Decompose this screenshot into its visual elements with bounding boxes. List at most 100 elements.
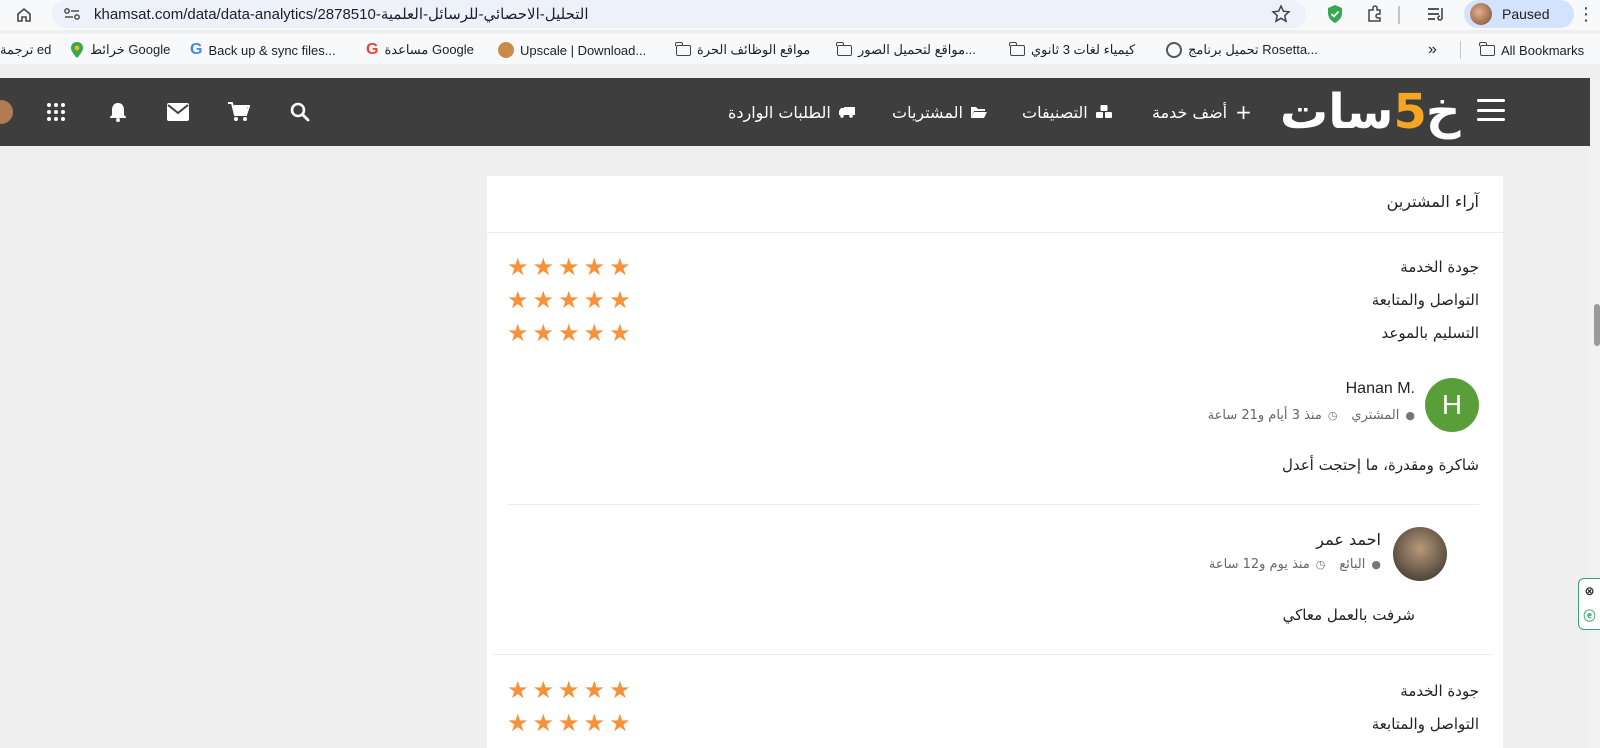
folder-icon (836, 41, 852, 56)
criterion-quality: جودة الخدمة (1400, 258, 1479, 276)
rating-stars: ★ ★ ★ ★ ★ (507, 678, 631, 702)
bookmark-rosetta[interactable]: تحميل برنامج Rosetta... (1166, 39, 1318, 61)
bookmark-translate[interactable]: ترجمة ed (0, 39, 51, 61)
bookmark-folder-freelance[interactable]: مواقع الوظائف الحرة (675, 39, 810, 61)
bookmark-backup-sync[interactable]: G Back up & sync files... (190, 39, 336, 61)
buyer-meta: ● المشتري ◷ منذ 3 أيام و21 ساعة (1207, 408, 1415, 423)
seller-name[interactable]: احمد عمر (1316, 530, 1381, 549)
google-g-icon: G (190, 41, 203, 58)
star-icon: ★ (558, 286, 580, 314)
browser-menu-icon[interactable]: ⋮ (1577, 3, 1595, 25)
upscale-mascot-icon (498, 42, 514, 58)
apps-grid-icon[interactable] (44, 100, 68, 124)
star-icon: ★ (532, 709, 555, 737)
cart-icon[interactable] (227, 100, 251, 124)
profile-button[interactable]: Paused (1464, 0, 1574, 28)
extensions-puzzle-icon[interactable] (1364, 3, 1386, 25)
rating-stars: ★ ★ ★ ★ ★ (507, 255, 631, 279)
home-icon[interactable] (12, 3, 36, 27)
buyer-name[interactable]: Hanan M. (1346, 380, 1415, 398)
star-icon: ★ (532, 286, 555, 314)
bookmark-google-help[interactable]: G مساعدة Google (366, 39, 474, 61)
reviews-card: آراء المشترين جودة الخدمة التواصل والمتا… (487, 176, 1503, 748)
truck-icon (838, 107, 855, 118)
user-icon: ● (1371, 558, 1381, 571)
shield-extension-icon[interactable] (1324, 3, 1346, 25)
star-icon: ★ (558, 709, 580, 737)
user-avatar-partial[interactable] (0, 100, 16, 124)
hamburger-menu-icon[interactable] (1477, 99, 1505, 121)
criterion-communication: التواصل والمتابعة (1371, 715, 1479, 733)
bookmarks-divider (1460, 41, 1461, 59)
bookmark-upscale[interactable]: Upscale | Download... (498, 39, 646, 61)
buyer-avatar[interactable]: H (1425, 378, 1479, 432)
user-icon: ● (1405, 409, 1415, 422)
scrollbar-thumb[interactable] (1594, 304, 1600, 346)
star-icon: ★ (558, 319, 580, 347)
rating-stars: ★ ★ ★ ★ ★ (507, 288, 631, 312)
bookmark-star-icon[interactable] (1270, 3, 1292, 25)
star-icon: ★ (507, 676, 529, 704)
clock-icon: ◷ (1327, 409, 1338, 422)
star-icon: ★ (583, 253, 606, 281)
profile-avatar (1470, 3, 1492, 25)
star-icon: ★ (507, 253, 529, 281)
folder-icon (1479, 41, 1495, 56)
site-info-icon[interactable] (62, 5, 82, 23)
seller-meta: ● البائع ◷ منذ يوم و12 ساعة (1208, 557, 1381, 572)
star-icon: ★ (507, 709, 529, 737)
all-bookmarks-folder[interactable]: All Bookmarks (1479, 39, 1584, 61)
folder-icon (675, 41, 691, 56)
seller-avatar[interactable] (1393, 527, 1447, 581)
bookmark-folder-chemistry[interactable]: كيمياء لغات 3 ثانوي (1009, 39, 1135, 61)
star-icon: ★ (609, 676, 631, 704)
reading-list-icon[interactable] (1425, 3, 1447, 25)
criterion-quality: جودة الخدمة (1400, 682, 1479, 700)
star-icon: ★ (507, 319, 529, 347)
maps-pin-icon (71, 42, 83, 58)
toolbar-divider (1398, 6, 1400, 24)
star-icon: ★ (532, 319, 555, 347)
side-extension-widget[interactable]: ⊗ ⓔ (1578, 578, 1600, 630)
reviews-title: آراء المشترين (1386, 192, 1479, 211)
folder-icon (1009, 41, 1025, 56)
nav-add-service[interactable]: + أضف خدمة (1152, 78, 1252, 146)
khamsat-logo[interactable]: خ 5 سات (1280, 84, 1461, 140)
search-icon[interactable] (288, 100, 312, 124)
rosetta-icon (1166, 42, 1182, 58)
title-divider (487, 232, 1503, 233)
star-icon: ★ (558, 676, 580, 704)
nav-incoming-orders[interactable]: الطلبات الواردة (728, 78, 855, 146)
star-icon: ★ (507, 286, 529, 314)
review-divider (507, 504, 1479, 505)
more-bookmarks-chevron-icon[interactable]: » (1428, 39, 1437, 61)
criterion-on-time: التسليم بالموعد (1381, 324, 1479, 342)
google-g-icon: G (366, 41, 379, 58)
rating-stars: ★ ★ ★ ★ ★ (507, 321, 631, 345)
star-icon: ★ (583, 286, 606, 314)
envelope-icon[interactable] (166, 100, 190, 124)
star-icon: ★ (532, 253, 555, 281)
star-icon: ★ (583, 676, 606, 704)
star-icon: ★ (532, 676, 555, 704)
criterion-communication: التواصل والمتابعة (1371, 291, 1479, 309)
seller-reply-text: شرفت بالعمل معاكي (1282, 606, 1415, 624)
star-icon: ★ (609, 709, 631, 737)
cubes-icon (1095, 105, 1112, 118)
star-icon: ★ (609, 253, 631, 281)
star-icon: ★ (609, 319, 631, 347)
review-divider (493, 654, 1493, 655)
browser-toolbar: khamsat.com/data/data-analytics/2878510-… (0, 0, 1600, 30)
nav-categories[interactable]: التصنيفات (1022, 78, 1112, 146)
bookmark-folder-images[interactable]: مواقع لتحميل الصور... (836, 39, 976, 61)
close-icon[interactable]: ⊗ (1584, 584, 1594, 598)
address-bar[interactable]: khamsat.com/data/data-analytics/2878510-… (52, 0, 1306, 28)
url-text[interactable]: khamsat.com/data/data-analytics/2878510-… (94, 5, 589, 23)
page-scrollbar[interactable] (1590, 78, 1600, 748)
bell-icon[interactable] (106, 100, 130, 124)
bookmark-google-maps[interactable]: خرائط Google (70, 39, 170, 61)
star-icon: ★ (609, 286, 631, 314)
extension-e-icon[interactable]: ⓔ (1583, 607, 1595, 624)
nav-purchases[interactable]: المشتريات (892, 78, 987, 146)
profile-status: Paused (1502, 6, 1550, 22)
